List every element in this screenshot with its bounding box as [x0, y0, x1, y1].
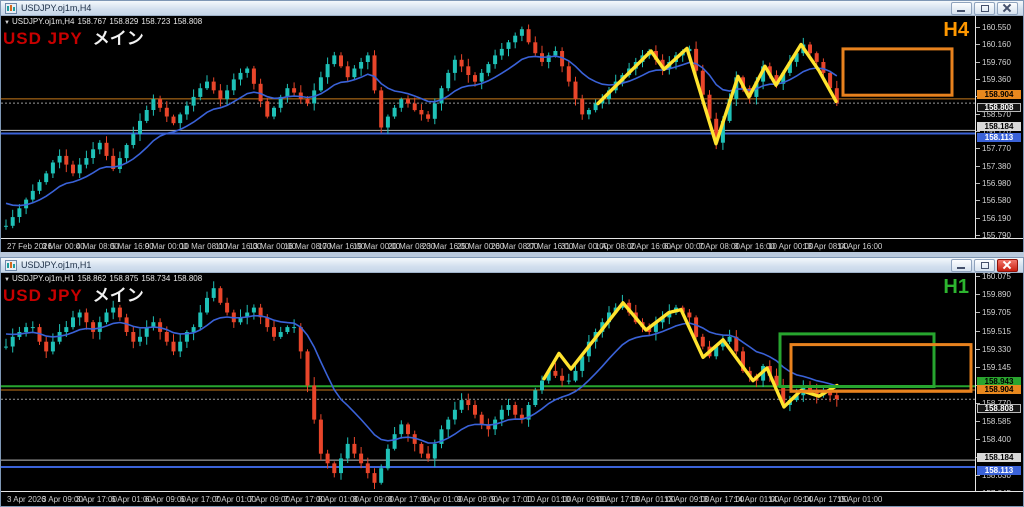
price-marker-box: 158.904: [977, 385, 1021, 394]
restore-button[interactable]: [974, 2, 995, 15]
price-tick-label: 158.400: [982, 435, 1011, 444]
close-button[interactable]: [997, 2, 1018, 15]
price-tick-label: 159.515: [982, 327, 1011, 336]
timeframe-label: H1: [943, 276, 969, 299]
mt4-workspace: { "colors": { "bull": "#1fc1b7", "bear":…: [0, 0, 1024, 507]
close-button[interactable]: [997, 259, 1018, 272]
price-tick-label: 160.160: [982, 40, 1011, 49]
watermark-suffix: メイン: [93, 29, 144, 48]
candlestick-series: [4, 281, 839, 489]
info-close: 158.808: [173, 274, 202, 283]
h1-time-axis[interactable]: 3 Apr 20263 Apr 09:003 Apr 17:006 Apr 01…: [1, 491, 1023, 506]
h4-price-axis[interactable]: 160.550160.160159.760159.360158.960158.5…: [975, 16, 1023, 238]
h1-price-axis[interactable]: 160.075 159.890 159.705 159.515 159.330 159.1…: [975, 273, 1023, 491]
chart-window-icon: [5, 3, 17, 14]
price-marker-box: 158.184: [977, 122, 1021, 131]
h4-candles-svg: [1, 16, 975, 238]
price-tick-label: 159.360: [982, 75, 1011, 84]
h4-time-axis[interactable]: 27 Feb 20263 Mar 00:004 Mar 08:005 Mar 1…: [1, 238, 1023, 252]
symbol-watermark: USD JPY メイン: [3, 281, 144, 306]
price-tick-label: 159.145: [982, 363, 1011, 372]
minimize-button[interactable]: [951, 259, 972, 272]
drawn-rectangle[interactable]: [791, 345, 971, 392]
drawn-rectangle[interactable]: [843, 49, 952, 95]
restore-button[interactable]: [974, 259, 995, 272]
chart-window-h1: USDJPY.oj1m,H1 ▼USDJPY.oj1m,H1158.862158…: [0, 257, 1024, 507]
h1-plot-area[interactable]: ▼USDJPY.oj1m,H1158.862158.875158.734158.…: [1, 273, 975, 491]
price-tick-label: 159.760: [982, 58, 1011, 67]
price-tick-label: 159.705: [982, 308, 1011, 317]
price-tick-label: 156.980: [982, 179, 1011, 188]
watermark-suffix: メイン: [93, 286, 144, 305]
info-low: 158.734: [141, 274, 170, 283]
window-title: USDJPY.oj1m,H1: [21, 260, 91, 270]
time-axis-label: 14 Apr 16:00: [837, 242, 882, 251]
time-axis-label: 15 Apr 01:00: [837, 495, 882, 504]
window-titlebar[interactable]: USDJPY.oj1m,H1: [1, 258, 1023, 273]
price-tick-label: 158.585: [982, 417, 1011, 426]
chart-window-h4: USDJPY.oj1m,H4 ▼USDJPY.oj1m,H4158.767158…: [0, 0, 1024, 252]
price-marker-box: 158.808: [977, 103, 1021, 112]
price-marker-box: 158.808: [977, 404, 1021, 413]
minimize-button[interactable]: [951, 2, 972, 15]
window-title: USDJPY.oj1m,H4: [21, 3, 91, 13]
h1-candles-svg: [1, 273, 975, 491]
price-marker-box: 158.113: [977, 466, 1021, 475]
price-tick-label: 156.580: [982, 196, 1011, 205]
price-tick-label: 159.890: [982, 290, 1011, 299]
price-tick-label: 159.330: [982, 345, 1011, 354]
info-low: 158.723: [141, 17, 170, 26]
window-titlebar[interactable]: USDJPY.oj1m,H4: [1, 1, 1023, 16]
price-tick-label: 156.190: [982, 214, 1011, 223]
watermark-pair: USD JPY: [3, 286, 83, 305]
h4-plot-area[interactable]: ▼USDJPY.oj1m,H4158.767158.829158.723158.…: [1, 16, 975, 238]
price-tick-label: 157.380: [982, 162, 1011, 171]
price-tick-label: 157.770: [982, 144, 1011, 153]
drawn-rectangle[interactable]: [780, 334, 934, 387]
price-marker-box: 158.113: [977, 133, 1021, 142]
info-close: 158.808: [173, 17, 202, 26]
chart-window-icon: [5, 260, 17, 271]
price-tick-label: 160.550: [982, 23, 1011, 32]
timeframe-label: H4: [943, 19, 969, 42]
watermark-pair: USD JPY: [3, 29, 83, 48]
moving-average-line: [6, 316, 837, 443]
time-axis-label: 3 Apr 2026: [7, 495, 46, 504]
candlestick-series: [4, 25, 839, 230]
price-tick-label: 160.075: [982, 272, 1011, 281]
price-marker-box: 158.184: [977, 453, 1021, 462]
symbol-watermark: USD JPY メイン: [3, 24, 144, 49]
price-marker-box: 158.904: [977, 90, 1021, 99]
